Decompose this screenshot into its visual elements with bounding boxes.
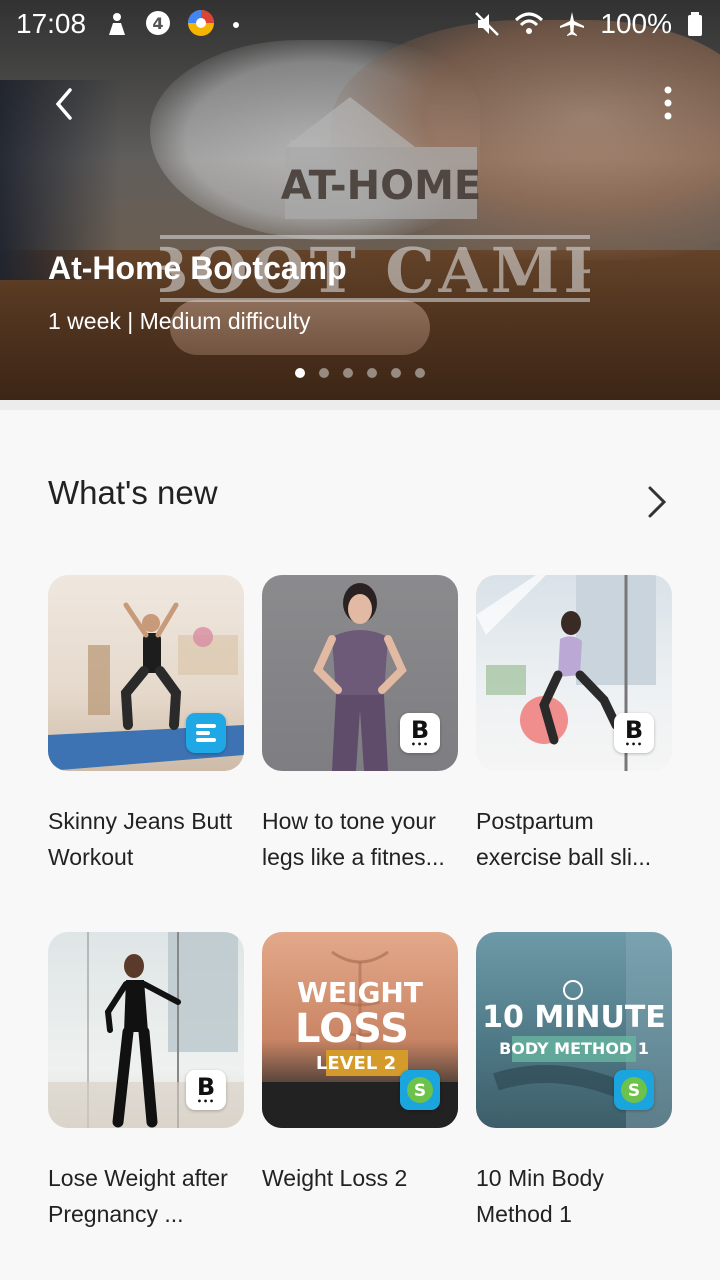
dot-icon <box>233 22 239 28</box>
s-icon: S <box>400 1070 440 1110</box>
svg-text:4: 4 <box>152 14 163 33</box>
wifi-icon <box>515 12 544 34</box>
workout-card[interactable]: B ••• How to tone your legs like a fitnes… <box>262 575 458 875</box>
app-icon <box>188 10 214 36</box>
b-icon: B ••• <box>614 713 654 753</box>
workout-title: 10 Min Body Method 1 <box>476 1165 604 1227</box>
workout-card[interactable]: B ••• Lose Weight after Pregnancy ... <box>48 932 244 1232</box>
workout-thumbnail: B ••• <box>262 575 458 771</box>
logo-line1: AT-HOME <box>281 163 481 209</box>
battery-icon <box>688 12 702 36</box>
mute-icon <box>475 12 500 36</box>
carousel-dot-4[interactable] <box>367 368 377 378</box>
carousel-indicator <box>295 368 425 378</box>
workout-thumbnail <box>48 575 244 771</box>
workout-card[interactable]: WEIGHT LOSS LEVEL 2 S Weight Loss 2 <box>262 932 458 1196</box>
status-time: 17:08 <box>16 8 87 39</box>
b-icon: B ••• <box>186 1070 226 1110</box>
thumbnail-text-line1: WEIGHT <box>297 976 423 1009</box>
workout-card[interactable]: Skinny Jeans Butt Workout <box>48 575 244 875</box>
bluetooth-icon <box>109 13 125 35</box>
more-options-button[interactable] <box>632 80 680 128</box>
workout-title: How to tone your legs like a fitnes... <box>262 808 445 870</box>
b-icon: B ••• <box>400 713 440 753</box>
workout-card[interactable]: B ••• Postpartum exercise ball sli... <box>476 575 672 875</box>
workout-thumbnail: WEIGHT LOSS LEVEL 2 S <box>262 932 458 1128</box>
carousel-dot-3[interactable] <box>343 368 353 378</box>
carousel-dot-6[interactable] <box>415 368 425 378</box>
battery-percent: 100% <box>600 8 672 39</box>
workout-card[interactable]: 10 MINUTE BODY METHOD 1 S 10 Min Body Me… <box>476 932 672 1232</box>
see-more-button[interactable] <box>640 482 674 522</box>
at-icon: 4 <box>146 11 170 35</box>
airplane-icon <box>560 12 585 36</box>
hero-subtitle: 1 week | Medium difficulty <box>48 308 311 334</box>
workout-thumbnail: B ••• <box>476 575 672 771</box>
carousel-dot-2[interactable] <box>319 368 329 378</box>
thumbnail-text-line2: BODY METHOD 1 <box>499 1039 649 1058</box>
workout-title: Weight Loss 2 <box>262 1165 408 1191</box>
workout-thumbnail: 10 MINUTE BODY METHOD 1 S <box>476 932 672 1128</box>
workout-title: Lose Weight after Pregnancy ... <box>48 1165 228 1227</box>
section-divider <box>0 400 720 410</box>
hero-title: At-Home Bootcamp <box>48 250 347 286</box>
status-bar: 17:08 4 100% <box>0 0 720 48</box>
workout-thumbnail: B ••• <box>48 932 244 1128</box>
thumbnail-text-line1: 10 MINUTE <box>482 1000 666 1035</box>
section-title: What's new <box>48 474 218 511</box>
carousel-dot-1[interactable] <box>295 368 305 378</box>
carousel-dot-5[interactable] <box>391 368 401 378</box>
thumbnail-text-line2: LOSS <box>295 1006 409 1052</box>
svg-text:S: S <box>414 1081 426 1101</box>
workout-title: Skinny Jeans Butt Workout <box>48 808 233 870</box>
workout-title: Postpartum exercise ball sli... <box>476 808 652 870</box>
s-icon: S <box>614 1070 654 1110</box>
svg-text:S: S <box>628 1081 640 1101</box>
hero-banner[interactable]: AT-HOME BOOT CAMP 17:08 4 100% At-Home B… <box>0 0 720 400</box>
back-button[interactable] <box>40 80 88 128</box>
e-icon <box>186 713 226 753</box>
